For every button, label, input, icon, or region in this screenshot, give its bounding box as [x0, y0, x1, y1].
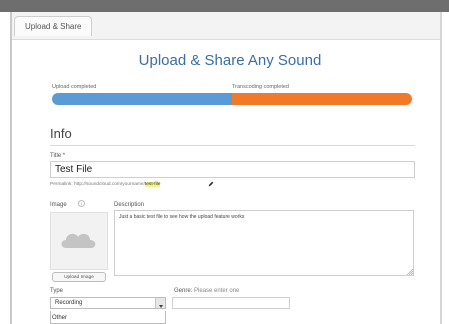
type-select[interactable]: Recording: [50, 297, 166, 309]
genre-input[interactable]: [172, 297, 290, 309]
type-label: Type: [50, 288, 64, 294]
upload-status-label: Upload completed: [52, 84, 97, 90]
resize-handle-icon[interactable]: [407, 269, 413, 275]
type-option-other[interactable]: Other: [52, 315, 67, 321]
image-label: Image: [50, 202, 67, 208]
permalink-prefix: Permalink: http://soundcloud.com/yournam…: [50, 182, 145, 187]
cloud-icon: [61, 233, 96, 248]
page-title: Upload & Share Any Sound: [138, 52, 322, 69]
genre-hint: Please enter one: [194, 288, 240, 294]
info-heading: Info: [50, 126, 72, 141]
type-dropdown-list: [50, 311, 166, 324]
section-divider: [50, 145, 415, 146]
description-label: Description: [114, 202, 145, 208]
genre-label: Genre: Please enter one: [174, 288, 240, 294]
window-border-right: [440, 12, 442, 324]
genre-label-text: Genre: [174, 288, 191, 294]
description-textarea[interactable]: Just a basic test file to see how the up…: [114, 210, 414, 276]
transcode-progress-segment: [232, 93, 412, 105]
permalink-text: Permalink: http://soundcloud.com/yournam…: [50, 182, 161, 187]
upload-progress-segment: [52, 93, 232, 105]
title-input[interactable]: Test File: [50, 161, 415, 178]
window-border-left: [10, 12, 12, 324]
upload-progress-bar: [52, 93, 412, 105]
info-icon[interactable]: i: [78, 200, 85, 207]
permalink-slug[interactable]: test-file: [144, 182, 161, 187]
select-arrow-icon[interactable]: [155, 298, 165, 308]
window-top-bar: [0, 0, 449, 12]
transcode-status-label: Transcoding completed: [232, 84, 289, 90]
tab-upload-share[interactable]: Upload & Share: [14, 16, 93, 36]
title-label: Title *: [50, 153, 66, 159]
upload-image-button[interactable]: Upload Image: [52, 272, 106, 282]
pencil-icon[interactable]: [208, 181, 214, 187]
